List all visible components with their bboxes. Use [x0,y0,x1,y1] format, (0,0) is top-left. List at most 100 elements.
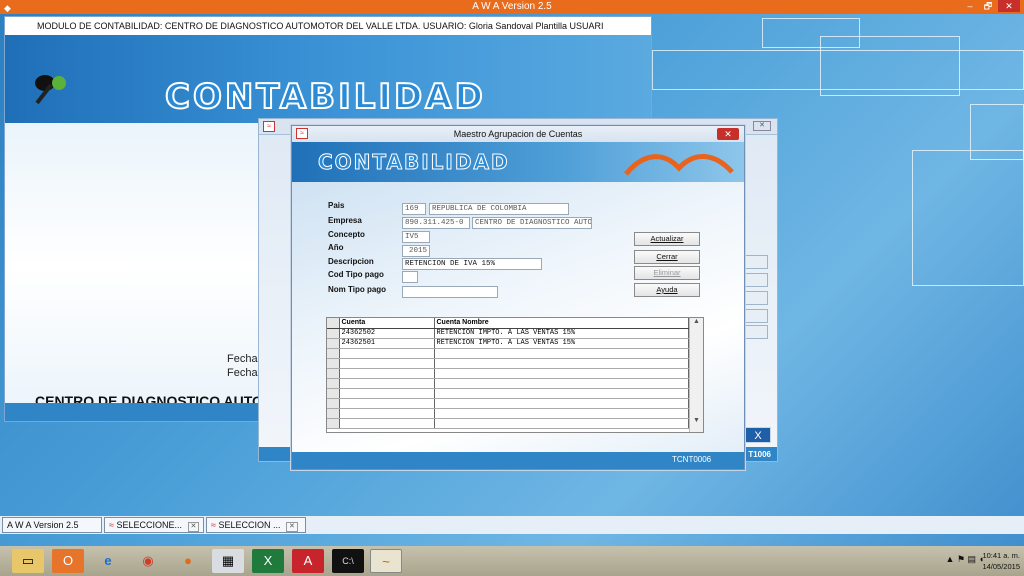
app-tab-selecciones-2[interactable]: ≈ SELECCION ... ✕ [206,517,306,533]
windows-taskbar: ▭ O e ◉ ● ▦ X A C:\ ~ ▲ ⚑ ▤ ◖ 10:41 a. m… [0,546,1024,576]
app-tab-main[interactable]: A W A Version 2.5 [2,517,102,533]
column-header-cuenta[interactable]: Cuenta [339,318,435,329]
row-selector[interactable] [327,358,340,369]
cell-cuenta-nombre[interactable] [434,398,689,409]
network-icon[interactable]: ▤ [968,554,977,564]
cell-cuenta[interactable] [339,378,435,389]
dialog-footer: TCNT0006 [292,452,744,469]
tray-expand-icon[interactable]: ▲ [946,554,955,564]
close-icon[interactable]: ✕ [286,522,298,532]
descripcion-field[interactable]: RETENCION DE IVA 15% [402,258,542,270]
row-selector[interactable] [327,328,340,339]
side-button[interactable] [744,291,768,305]
empresa-nit-field[interactable]: 890.311.425-0 [402,217,470,229]
scroll-up-icon[interactable]: ▲ [690,318,703,325]
cell-cuenta[interactable] [339,388,435,399]
row-selector[interactable] [327,388,340,399]
app-tab-label: A W A Version 2.5 [7,520,79,530]
flag-icon[interactable]: ⚑ [957,554,965,564]
pais-name-field[interactable]: REPUBLICA DE COLOMBIA [429,203,569,215]
side-button[interactable] [744,309,768,323]
table-row[interactable] [327,408,689,419]
exit-button[interactable]: X [745,427,771,443]
row-selector[interactable] [327,338,340,349]
taskbar-clock[interactable]: 10:41 a. m. 14/05/2015 [982,550,1020,572]
row-selector[interactable] [327,348,340,359]
cell-cuenta-nombre[interactable] [434,418,689,429]
nom-tipo-pago-field[interactable] [402,286,498,298]
dialog-titlebar: ≈ Maestro Agrupacion de Cuentas ✕ [292,126,744,142]
concepto-field[interactable]: IV5 [402,231,430,243]
cell-cuenta-nombre[interactable]: RETENCIÓN IMPTO. A LAS VENTAS 15% [434,328,689,339]
grid-scrollbar[interactable]: ▲ ▼ [689,318,703,432]
scroll-down-icon[interactable]: ▼ [690,417,703,424]
command-prompt-icon[interactable]: C:\ [332,549,364,573]
cell-cuenta-nombre[interactable] [434,378,689,389]
pais-code-field[interactable]: 169 [402,203,426,215]
eliminar-button[interactable]: Eliminar [634,266,700,280]
cell-cuenta-nombre[interactable] [434,408,689,419]
row-selector[interactable] [327,398,340,409]
cell-cuenta-nombre[interactable] [434,358,689,369]
table-row[interactable] [327,348,689,359]
awa-app-icon[interactable]: ~ [370,549,402,573]
column-header-cuenta-nombre[interactable]: Cuenta Nombre [434,318,689,329]
restore-button[interactable]: 🗗 [980,0,996,12]
cell-cuenta-nombre[interactable] [434,348,689,359]
cell-cuenta-nombre[interactable]: RETENCIÓN IMPTO. A LAS VENTAS 15% [434,338,689,349]
table-row[interactable] [327,418,689,429]
empresa-name-field[interactable]: CENTRO DE DIAGNOSTICO AUTO [472,217,592,229]
cell-cuenta[interactable] [339,408,435,419]
app-tab-label: SELECCION ... [218,520,281,530]
close-button[interactable]: ✕ [998,0,1020,12]
close-icon[interactable]: ✕ [753,121,771,131]
cell-cuenta-nombre[interactable] [434,388,689,399]
cell-cuenta-nombre[interactable] [434,368,689,379]
cell-cuenta[interactable] [339,348,435,359]
side-button[interactable] [744,325,768,339]
app-tab-selecciones-1[interactable]: ≈ SELECCIONE... ✕ [104,517,204,533]
cell-cuenta[interactable]: 24362501 [339,338,435,349]
minimize-button[interactable]: – [962,0,978,12]
table-row[interactable] [327,388,689,399]
row-selector[interactable] [327,368,340,379]
cuentas-grid[interactable]: Cuenta Cuenta Nombre 24362502 RETENCIÓN … [326,317,704,433]
outlook-icon[interactable]: O [52,549,84,573]
acrobat-icon[interactable]: A [292,549,324,573]
table-row[interactable] [327,358,689,369]
row-selector[interactable] [327,408,340,419]
dialog-body: Pais 169 REPUBLICA DE COLOMBIA Empresa 8… [292,182,744,452]
internet-explorer-icon[interactable]: e [92,549,124,573]
table-row[interactable]: 24362501 RETENCIÓN IMPTO. A LAS VENTAS 1… [327,338,689,349]
cell-cuenta[interactable] [339,418,435,429]
firefox-icon[interactable]: ● [172,549,204,573]
cell-cuenta[interactable] [339,398,435,409]
clock-date: 14/05/2015 [982,562,1020,571]
row-selector[interactable] [327,378,340,389]
file-explorer-icon[interactable]: ▭ [12,549,44,573]
chrome-icon[interactable]: ◉ [132,549,164,573]
cell-cuenta[interactable] [339,368,435,379]
cod-tipo-pago-field[interactable] [402,271,418,283]
table-row[interactable] [327,398,689,409]
cell-cuenta[interactable] [339,358,435,369]
close-icon[interactable]: ✕ [187,522,200,532]
table-row[interactable]: 24362502 RETENCIÓN IMPTO. A LAS VENTAS 1… [327,328,689,339]
side-button[interactable] [744,273,768,287]
cerrar-button[interactable]: Cerrar [634,250,700,264]
nom-tipo-pago-label: Nom Tipo pago [328,285,387,294]
ayuda-button[interactable]: Ayuda [634,283,700,297]
form-code: T1006 [748,450,771,459]
table-row[interactable] [327,378,689,389]
cuentas-table: Cuenta Cuenta Nombre 24362502 RETENCIÓN … [327,318,689,429]
row-selector[interactable] [327,418,340,429]
calculator-icon[interactable]: ▦ [212,549,244,573]
table-row[interactable] [327,368,689,379]
anio-field[interactable]: 2015 [402,245,430,257]
side-button[interactable] [744,255,768,269]
close-icon[interactable]: ✕ [717,128,739,140]
actualizar-button[interactable]: Actualizar [634,232,700,246]
module-banner: CONTABILIDAD [5,35,651,123]
excel-icon[interactable]: X [252,549,284,573]
cell-cuenta[interactable]: 24362502 [339,328,435,339]
